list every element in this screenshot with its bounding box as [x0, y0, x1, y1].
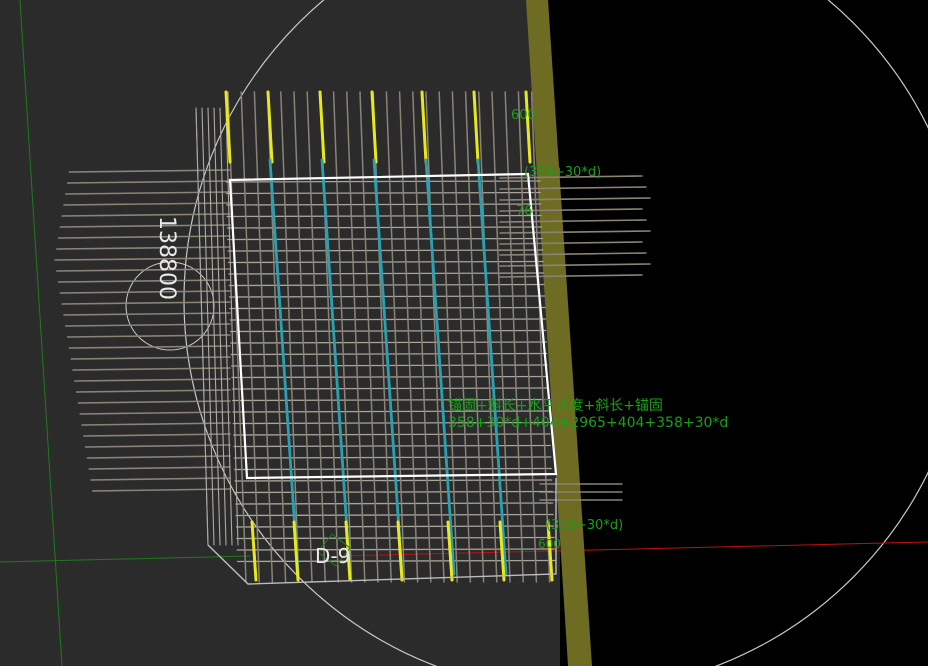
- cad-3d-viewport[interactable]: 138800 D-9 600 (358+30*d) 76 锚固+斜长+水平长度+…: [0, 0, 928, 666]
- top-length-annotation: 600: [511, 108, 536, 123]
- right-small-annotation: 76: [516, 204, 533, 219]
- bottom-small-annotation: 600: [538, 537, 561, 551]
- bottom-anchor-annotation: (358+30*d): [546, 518, 623, 533]
- elevation-label: 138800: [154, 216, 179, 300]
- element-id-label: D-9: [315, 544, 350, 568]
- rebar-cage-drawing[interactable]: 138800 D-9 600 (358+30*d) 76 锚固+斜长+水平长度+…: [0, 0, 928, 666]
- formula-label-annotation: 锚固+斜长+水平长度+斜长+锚固: [448, 398, 663, 414]
- right-background: [548, 0, 928, 666]
- formula-values-annotation: 358+30*d+404+2965+404+358+30*d: [448, 415, 728, 431]
- left-background: [0, 0, 560, 666]
- top-anchor-annotation: (358+30*d): [524, 165, 601, 180]
